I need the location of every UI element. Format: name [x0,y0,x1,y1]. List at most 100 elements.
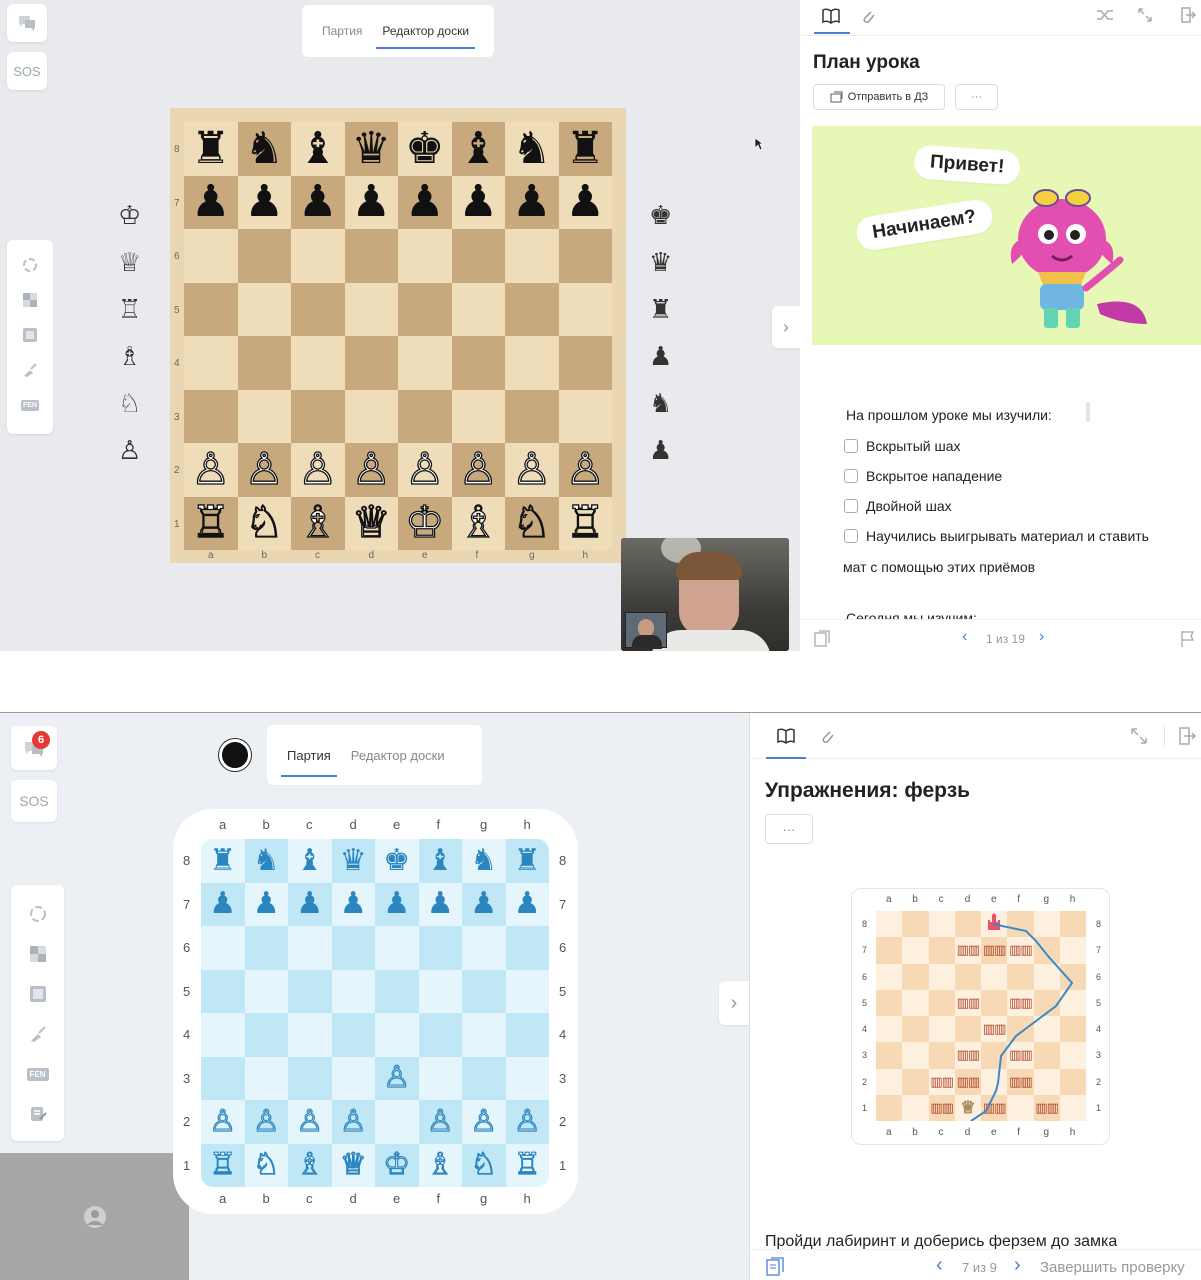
board-square-a1[interactable]: ♖ [184,496,238,550]
chess-piece-a1[interactable]: ♖ [190,500,231,545]
board-square-d8[interactable]: ♛ [331,839,375,883]
board-square-b4[interactable] [237,336,291,390]
board-square-f2[interactable]: ♙ [418,1100,462,1144]
checklist-item[interactable]: Научились выигрывать материал и ставить [844,528,1149,544]
chess-piece-h8[interactable]: ♜ [514,845,541,876]
chess-piece-g1[interactable]: ♘ [470,1149,498,1180]
board-square-a1[interactable]: ♖ [201,1143,245,1187]
more-options-button[interactable]: ··· [955,84,998,110]
board-square-g8[interactable]: ♞ [505,122,559,176]
board-square-a7[interactable]: ♟ [201,882,245,926]
expand-icon[interactable] [1137,7,1153,23]
chess-piece-a8[interactable]: ♜ [191,126,230,171]
board-square-d5[interactable] [344,282,398,336]
board-square-g3[interactable] [462,1056,506,1100]
board-square-d2[interactable]: ♙ [331,1100,375,1144]
board-square-a6[interactable] [184,229,238,283]
chess-piece-c8[interactable]: ♝ [298,126,337,171]
chat-button[interactable] [7,4,47,42]
board-square-f4[interactable] [418,1013,462,1057]
chess-piece-h2[interactable]: ♙ [565,447,606,492]
next-page-icon[interactable]: › [1039,628,1044,646]
board-square-b7[interactable]: ♟ [237,175,291,229]
board-square-g7[interactable]: ♟ [462,882,506,926]
board-square-h2[interactable]: ♙ [558,443,612,497]
chess-piece-h1[interactable]: ♖ [513,1149,541,1180]
chess-piece-b7[interactable]: ♟ [253,889,280,919]
board-square-d7[interactable]: ♟ [331,882,375,926]
chat-button[interactable]: 6 [11,726,57,770]
board-square-g1[interactable]: ♘ [505,496,559,550]
chess-piece-e1[interactable]: ♔ [383,1149,411,1180]
board-square-g8[interactable]: ♞ [462,839,506,883]
board-square-f6[interactable] [418,926,462,970]
board-square-e4[interactable] [398,336,452,390]
board-square-f8[interactable]: ♝ [451,122,505,176]
board-square-b5[interactable] [244,969,288,1013]
chess-piece-h7[interactable]: ♟ [566,180,605,224]
board-square-d5[interactable] [331,969,375,1013]
chess-piece-f2[interactable]: ♙ [458,447,499,492]
board-square-d1[interactable]: ♕ [331,1143,375,1187]
palette-white-piece[interactable]: ♙ [118,435,141,466]
chess-piece-a2[interactable]: ♙ [190,447,231,492]
board-square-c4[interactable] [288,1013,332,1057]
board-square-h5[interactable] [558,282,612,336]
collapse-panel-button[interactable]: › [772,306,800,348]
board-square-g6[interactable] [462,926,506,970]
chess-piece-e3[interactable]: ♙ [383,1062,411,1093]
chess-piece-g8[interactable]: ♞ [470,845,497,876]
board-square-c6[interactable] [288,926,332,970]
palette-black-piece[interactable]: ♜ [649,294,672,325]
board-square-a2[interactable]: ♙ [184,443,238,497]
exit-icon[interactable] [1176,726,1196,746]
chess-piece-g7[interactable]: ♟ [470,889,497,919]
board-square-b2[interactable]: ♙ [244,1100,288,1144]
board-square-e6[interactable] [398,229,452,283]
board-square-d3[interactable] [344,389,398,443]
board-square-e1[interactable]: ♔ [375,1143,419,1187]
chess-piece-g8[interactable]: ♞ [512,126,551,171]
chess-piece-c7[interactable]: ♟ [296,889,323,919]
clear-board-icon[interactable] [27,943,49,965]
chess-piece-g2[interactable]: ♙ [511,447,552,492]
board-square-c3[interactable] [291,389,345,443]
board-square-h1[interactable]: ♖ [505,1143,549,1187]
book-icon[interactable] [777,728,795,744]
board-square-h3[interactable] [505,1056,549,1100]
board-square-g5[interactable] [505,282,559,336]
board-square-e7[interactable]: ♟ [375,882,419,926]
start-position-icon[interactable] [27,983,49,1005]
board-square-g4[interactable] [462,1013,506,1057]
chess-piece-d2[interactable]: ♙ [351,447,392,492]
board-square-g3[interactable] [505,389,559,443]
board-square-h2[interactable]: ♙ [505,1100,549,1144]
prev-page-icon[interactable]: ‹ [962,628,967,646]
board-square-c3[interactable] [288,1056,332,1100]
board-square-h7[interactable]: ♟ [505,882,549,926]
board-square-c5[interactable] [291,282,345,336]
chess-piece-f8[interactable]: ♝ [459,126,498,171]
palette-white-piece[interactable]: ♔ [118,200,141,231]
chess-piece-g1[interactable]: ♘ [511,500,552,545]
checkbox[interactable] [844,439,858,453]
chess-piece-e1[interactable]: ♔ [404,500,445,545]
chess-piece-c2[interactable]: ♙ [297,447,338,492]
chess-piece-h2[interactable]: ♙ [513,1106,541,1137]
chess-piece-f2[interactable]: ♙ [426,1106,454,1137]
chess-piece-d7[interactable]: ♟ [352,180,391,224]
tab-board-editor[interactable]: Редактор доски [341,725,455,785]
board-square-e2[interactable] [375,1100,419,1144]
board-square-f5[interactable] [451,282,505,336]
chess-piece-h8[interactable]: ♜ [566,126,605,171]
chess-piece-b8[interactable]: ♞ [245,126,284,171]
board-square-b4[interactable] [244,1013,288,1057]
board-square-e5[interactable] [398,282,452,336]
board-square-h5[interactable] [505,969,549,1013]
board-square-b7[interactable]: ♟ [244,882,288,926]
palette-white-piece[interactable]: ♗ [118,341,141,372]
board-square-b8[interactable]: ♞ [244,839,288,883]
chess-piece-f7[interactable]: ♟ [427,889,454,919]
board-square-f3[interactable] [418,1056,462,1100]
board-square-b3[interactable] [237,389,291,443]
